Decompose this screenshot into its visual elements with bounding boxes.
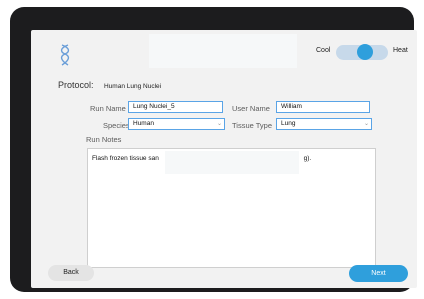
species-select[interactable]: Human ⌄: [128, 118, 225, 130]
app-screen: Cool Heat Protocol: Human Lung Nuclei Ru…: [31, 30, 417, 288]
back-button[interactable]: Back: [48, 265, 94, 281]
tissue-type-select-value: Lung: [281, 120, 296, 127]
header-blank-area: [149, 34, 297, 68]
toggle-cool-label: Cool: [316, 47, 331, 54]
toggle-knob[interactable]: [357, 44, 373, 60]
species-select-value: Human: [133, 120, 154, 127]
run-name-label: Run Name: [90, 104, 126, 113]
cool-heat-toggle[interactable]: [336, 44, 388, 60]
species-label: Species: [103, 121, 130, 130]
next-button[interactable]: Next: [349, 265, 408, 282]
user-name-input[interactable]: William: [276, 101, 370, 113]
top-bar: Cool Heat: [31, 30, 417, 70]
chevron-down-icon: ⌄: [216, 121, 222, 127]
dna-helix-logo-icon: [60, 44, 70, 66]
run-name-input[interactable]: Lung Nuclei_5: [128, 101, 223, 113]
protocol-value: Human Lung Nuclei: [103, 83, 162, 90]
protocol-row: Protocol: Human Lung Nuclei: [58, 75, 161, 93]
chevron-down-icon: ⌄: [363, 121, 369, 127]
tablet-frame: Cool Heat Protocol: Human Lung Nuclei Ru…: [10, 7, 417, 292]
run-notes-textarea[interactable]: Flash frozen tissue san g).: [87, 148, 376, 268]
run-notes-tail: g).: [303, 155, 312, 162]
toggle-heat-label: Heat: [393, 47, 408, 54]
run-form-panel: Run Name Lung Nuclei_5 User Name William…: [78, 94, 378, 272]
notes-blank-area: [165, 151, 299, 174]
tissue-type-label: Tissue Type: [232, 121, 273, 130]
run-notes-value: Flash frozen tissue san: [92, 155, 159, 162]
tissue-type-select[interactable]: Lung ⌄: [276, 118, 372, 130]
run-notes-label: Run Notes: [86, 135, 122, 144]
protocol-label: Protocol:: [58, 80, 94, 90]
user-name-label: User Name: [232, 104, 270, 113]
